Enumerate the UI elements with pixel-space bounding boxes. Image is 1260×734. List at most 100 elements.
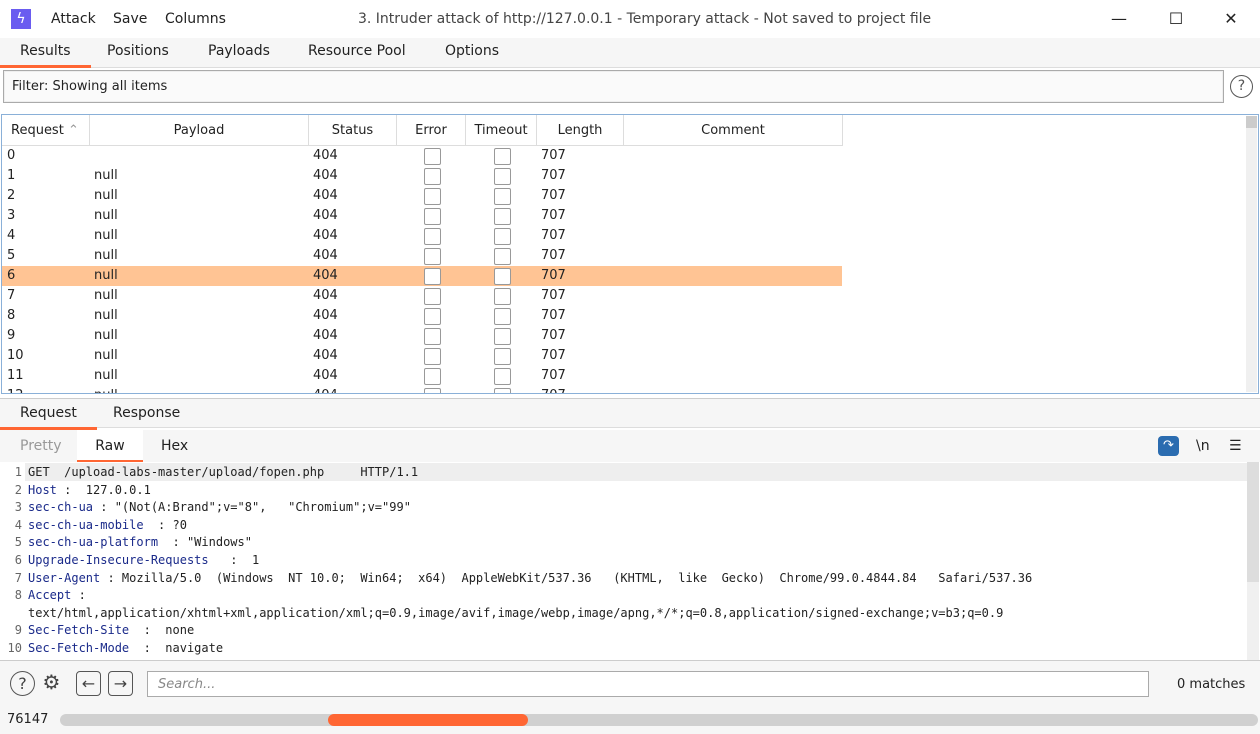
filter-bar[interactable]: Filter: Showing all items	[3, 70, 1224, 103]
tab-payloads[interactable]: Payloads	[208, 43, 270, 59]
maximize-icon[interactable]: ☐	[1161, 6, 1191, 32]
timeout-checkbox[interactable]	[494, 228, 511, 245]
newline-toggle[interactable]: \n	[1196, 438, 1210, 454]
progress-thumb[interactable]	[328, 714, 528, 726]
timeout-checkbox[interactable]	[494, 348, 511, 365]
tab-results[interactable]: Results	[0, 43, 90, 68]
scrollbar-thumb[interactable]	[1247, 462, 1259, 582]
cell-request: 1	[7, 168, 16, 183]
table-row[interactable]: 0 404 707	[2, 146, 842, 166]
table-row[interactable]: 10 null 404 707	[2, 346, 842, 366]
column-header-request[interactable]: Request ⌃	[2, 115, 90, 146]
column-header-timeout[interactable]: Timeout	[466, 115, 537, 146]
settings-gear-icon[interactable]: ⚙	[39, 671, 64, 696]
error-checkbox[interactable]	[424, 188, 441, 205]
line-number: 4	[14, 517, 22, 532]
cell-length: 707	[541, 168, 566, 183]
search-input[interactable]: Search...	[147, 671, 1149, 697]
table-row[interactable]: 6 null 404 707	[2, 266, 842, 286]
menu-save[interactable]: Save	[113, 11, 147, 27]
menu-attack[interactable]: Attack	[51, 11, 96, 27]
table-row[interactable]: 4 null 404 707	[2, 226, 842, 246]
timeout-checkbox[interactable]	[494, 168, 511, 185]
table-row[interactable]: 9 null 404 707	[2, 326, 842, 346]
error-checkbox[interactable]	[424, 168, 441, 185]
tab-positions[interactable]: Positions	[107, 43, 169, 59]
tab-options[interactable]: Options	[445, 43, 499, 59]
tab-resource-pool[interactable]: Resource Pool	[308, 43, 406, 59]
cell-status: 404	[313, 388, 338, 393]
column-header-comment[interactable]: Comment	[624, 115, 843, 146]
header-label: Request	[11, 123, 64, 138]
back-arrow-icon[interactable]: ←	[76, 671, 101, 696]
error-checkbox[interactable]	[424, 388, 441, 393]
timeout-checkbox[interactable]	[494, 208, 511, 225]
cell-length: 707	[541, 188, 566, 203]
tab-request[interactable]: Request	[0, 405, 97, 430]
cell-request: 8	[7, 308, 16, 323]
menu-columns[interactable]: Columns	[165, 11, 226, 27]
scrollbar-thumb[interactable]	[1246, 116, 1257, 128]
timeout-checkbox[interactable]	[494, 368, 511, 385]
error-checkbox[interactable]	[424, 248, 441, 265]
cell-status: 404	[313, 188, 338, 203]
error-checkbox[interactable]	[424, 288, 441, 305]
timeout-checkbox[interactable]	[494, 288, 511, 305]
help-icon[interactable]: ?	[10, 671, 35, 696]
timeout-checkbox[interactable]	[494, 308, 511, 325]
cell-status: 404	[313, 288, 338, 303]
tab-hex[interactable]: Hex	[161, 438, 188, 454]
table-row[interactable]: 7 null 404 707	[2, 286, 842, 306]
table-row[interactable]: 11 null 404 707	[2, 366, 842, 386]
error-checkbox[interactable]	[424, 228, 441, 245]
tab-raw[interactable]: Raw	[77, 430, 143, 462]
table-row[interactable]: 3 null 404 707	[2, 206, 842, 226]
cell-length: 707	[541, 388, 566, 393]
timeout-checkbox[interactable]	[494, 248, 511, 265]
menu-icon[interactable]: ☰	[1229, 438, 1242, 454]
table-row[interactable]: 8 null 404 707	[2, 306, 842, 326]
timeout-checkbox[interactable]	[494, 148, 511, 165]
error-checkbox[interactable]	[424, 308, 441, 325]
tab-response[interactable]: Response	[113, 405, 180, 421]
column-header-payload[interactable]: Payload	[90, 115, 309, 146]
cell-payload: null	[94, 268, 118, 283]
column-header-status[interactable]: Status	[309, 115, 397, 146]
minimize-icon[interactable]: —	[1104, 6, 1134, 32]
close-icon[interactable]: ✕	[1216, 6, 1246, 32]
forward-arrow-icon[interactable]: →	[108, 671, 133, 696]
line-number: 6	[14, 553, 22, 567]
column-header-length[interactable]: Length	[537, 115, 624, 146]
error-checkbox[interactable]	[424, 268, 441, 285]
cell-payload: null	[94, 248, 118, 263]
help-icon[interactable]: ?	[1230, 75, 1253, 98]
table-scrollbar[interactable]	[1246, 116, 1257, 392]
timeout-checkbox[interactable]	[494, 188, 511, 205]
detail-tabs: Request Response	[0, 398, 1260, 430]
table-row[interactable]: 5 null 404 707	[2, 246, 842, 266]
error-checkbox[interactable]	[424, 148, 441, 165]
status-bar: 76147	[0, 706, 1260, 734]
table-row[interactable]: 2 null 404 707	[2, 186, 842, 206]
cell-status: 404	[313, 268, 338, 283]
column-header-error[interactable]: Error	[397, 115, 466, 146]
raw-request-editor[interactable]: 1 GET /upload-labs-master/upload/fopen.ph…	[0, 462, 1247, 660]
timeout-checkbox[interactable]	[494, 388, 511, 393]
error-checkbox[interactable]	[424, 368, 441, 385]
table-row[interactable]: 12 null 404 707	[2, 386, 842, 393]
error-checkbox[interactable]	[424, 348, 441, 365]
error-checkbox[interactable]	[424, 328, 441, 345]
cell-payload: null	[94, 188, 118, 203]
cell-request: 0	[7, 148, 16, 163]
table-row[interactable]: 1 null 404 707	[2, 166, 842, 186]
progress-scrollbar[interactable]	[60, 714, 1258, 726]
wrap-icon[interactable]: ↷	[1158, 436, 1179, 456]
header-name: User-Agent	[28, 570, 101, 585]
timeout-checkbox[interactable]	[494, 328, 511, 345]
tab-pretty[interactable]: Pretty	[20, 438, 62, 454]
results-table: Request ⌃ Payload Status Error Timeout L…	[1, 114, 1259, 394]
cell-status: 404	[313, 148, 338, 163]
timeout-checkbox[interactable]	[494, 268, 511, 285]
editor-scrollbar[interactable]	[1247, 462, 1259, 660]
error-checkbox[interactable]	[424, 208, 441, 225]
